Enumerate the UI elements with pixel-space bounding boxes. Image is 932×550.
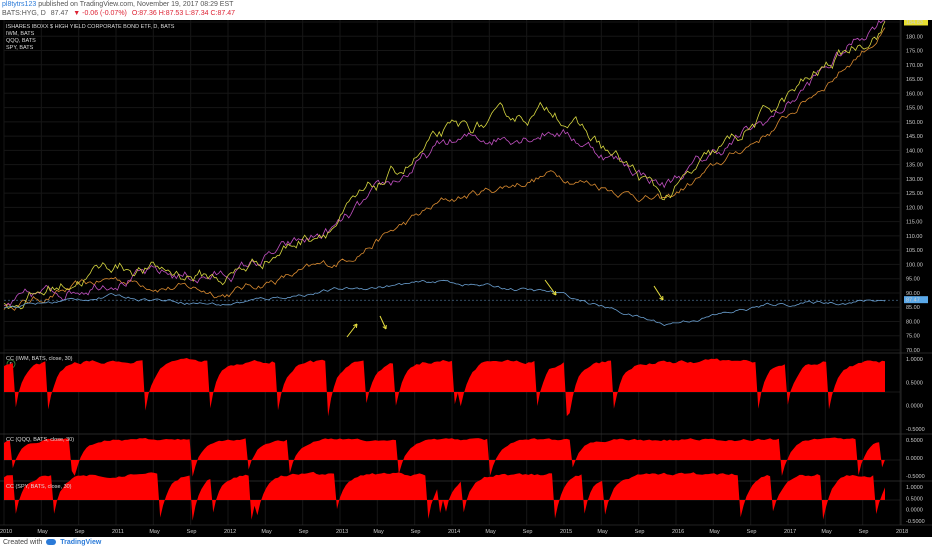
panel-label: CC (IWM, BATS, close, 30)	[6, 356, 73, 362]
price-tick-label: 80.00	[906, 319, 920, 325]
time-tick-label: May	[485, 529, 496, 535]
price-change: ▼ -0.06 (-0.07%)	[73, 10, 127, 17]
time-tick-label: May	[149, 529, 160, 535]
legend-qqq: QQQ, BATS	[6, 38, 36, 44]
panel-tick-label: 0.0000	[906, 404, 923, 410]
panel-tick-label: -0.5000	[906, 427, 925, 433]
time-tick-label: Sep	[411, 529, 421, 535]
time-tick-label: 2012	[224, 529, 236, 535]
price-tick-label: 120.00	[906, 205, 923, 211]
legend-spy: SPY, BATS	[6, 45, 34, 51]
series-line-spy	[3, 27, 886, 311]
time-tick-label: 2016	[672, 529, 684, 535]
time-tick-label: 2013	[336, 529, 348, 535]
panel-tick-label: 1.0000	[906, 357, 923, 363]
time-tick-label: May	[597, 529, 608, 535]
tradingview-logo-icon	[46, 539, 57, 546]
price-tick-label: 125.00	[906, 191, 923, 197]
time-tick-label: Sep	[187, 529, 197, 535]
series-line-iwm	[3, 20, 886, 306]
price-tick-label: 75.00	[906, 334, 920, 340]
author-link[interactable]: pl8tytrs123	[2, 1, 36, 8]
panel-tick-label: 0.5000	[906, 438, 923, 444]
correlation-area-2	[4, 471, 885, 521]
time-tick-label: Sep	[635, 529, 645, 535]
chart-canvas[interactable]: 185.00180.00175.00170.00165.00160.00155.…	[0, 20, 932, 537]
panel-tick-label: 0.0000	[906, 456, 923, 462]
chart-header: pl8tytrs123 published on TradingView.com…	[0, 0, 932, 20]
price-tick-label: 110.00	[906, 234, 922, 240]
legend-iwm: IWM, BATS	[6, 31, 35, 37]
price-tick-label: 155.00	[906, 106, 923, 112]
correlation-area-0	[4, 358, 885, 417]
time-tick-label: 2010	[0, 529, 12, 535]
price-label-text: 87.47	[906, 298, 920, 304]
ohlc-values: O:87.36 H:87.53 L:87.34 C:87.47	[131, 10, 235, 17]
time-tick-label: 2014	[448, 529, 460, 535]
panel-tick-label: 0.5000	[906, 496, 923, 502]
chart-footer: Created with TradingView	[0, 537, 932, 550]
time-tick-label: 2017	[784, 529, 796, 535]
time-tick-label: May	[821, 529, 832, 535]
time-tick-label: May	[373, 529, 384, 535]
publish-info: pl8tytrs123 published on TradingView.com…	[2, 1, 233, 8]
time-tick-label: Sep	[523, 529, 533, 535]
time-tick-label: Sep	[859, 529, 869, 535]
correlation-area-1	[4, 437, 885, 477]
tradingview-chart-window: pl8tytrs123 published on TradingView.com…	[0, 0, 932, 550]
price-label-text: 184.83	[906, 20, 923, 26]
price-tick-label: 140.00	[906, 148, 923, 154]
panel-tick-label: -0.5000	[906, 519, 925, 525]
price-tick-label: 115.00	[906, 220, 922, 226]
symbol-label: BATS:HYG, D	[2, 10, 46, 17]
price-tick-label: 135.00	[906, 163, 923, 169]
panel-label: CC (QQQ, BATS, close, 30)	[6, 437, 74, 443]
legend-main: ISHARES IBOXX $ HIGH YIELD CORPORATE BON…	[6, 24, 175, 30]
price-tick-label: 180.00	[906, 34, 923, 40]
price-tick-label: 160.00	[906, 91, 923, 97]
price-tick-label: 130.00	[906, 177, 923, 183]
price-tick-label: 175.00	[906, 49, 923, 55]
annotation-arrow	[346, 323, 358, 338]
time-tick-label: May	[709, 529, 720, 535]
panel-tick-label: 1.0000	[906, 485, 923, 491]
publish-text: published on TradingView.com, November 1…	[38, 1, 234, 8]
panel-label: CC (SPY, BATS, close, 30)	[6, 484, 72, 490]
time-tick-label: 2015	[560, 529, 572, 535]
time-tick-label: Sep	[299, 529, 309, 535]
price-tick-label: 85.00	[906, 305, 920, 311]
price-tick-label: 105.00	[906, 248, 923, 254]
tradingview-brand[interactable]: TradingView	[60, 539, 101, 546]
price-tick-label: 165.00	[906, 77, 923, 83]
created-with-text: Created with	[3, 539, 43, 546]
price-value: 87.47	[50, 10, 69, 17]
symbol-ohlc: BATS:HYG, D 87.47 ▼ -0.06 (-0.07%) O:87.…	[2, 10, 238, 17]
panel-tick-label: 0.0000	[906, 508, 923, 514]
price-tick-label: 145.00	[906, 134, 923, 140]
time-tick-label: May	[37, 529, 48, 535]
time-tick-label: Sep	[747, 529, 757, 535]
panel-tick-label: -0.5000	[906, 474, 925, 480]
chart-area[interactable]: 185.00180.00175.00170.00165.00160.00155.…	[0, 20, 932, 537]
panel-tick-label: 0.5000	[906, 380, 923, 386]
time-tick-label: Sep	[75, 529, 85, 535]
time-tick-label: May	[261, 529, 272, 535]
series-line-hyg	[3, 279, 886, 327]
price-tick-label: 90.00	[906, 291, 920, 297]
price-tick-label: 170.00	[906, 63, 923, 69]
time-tick-label: 2011	[112, 529, 124, 535]
time-tick-label: 2018	[896, 529, 908, 535]
price-tick-label: 100.00	[906, 262, 923, 268]
price-tick-label: 95.00	[906, 277, 920, 283]
price-tick-label: 150.00	[906, 120, 923, 126]
